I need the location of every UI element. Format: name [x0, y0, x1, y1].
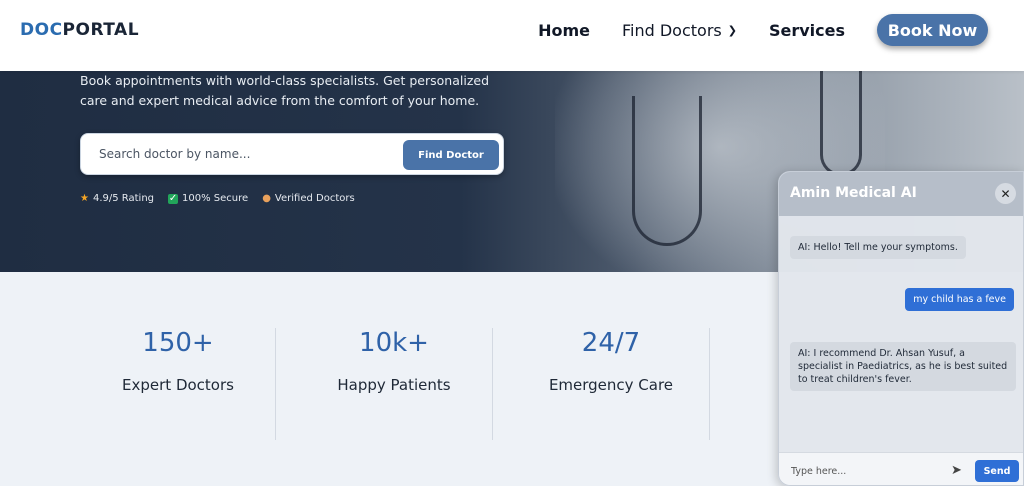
stat-doctors: 150+ Expert Doctors — [70, 328, 286, 440]
chat-input-bar: ➤ Send — [779, 452, 1023, 485]
secure-label: 100% Secure — [182, 193, 249, 204]
rating-badge: ★ 4.9/5 Rating — [80, 193, 154, 204]
send-button[interactable]: Send — [975, 460, 1019, 482]
stat-patients: 10k+ Happy Patients — [286, 328, 502, 440]
chat-message-ai: AI: I recommend Dr. Ahsan Yusuf, a speci… — [790, 342, 1016, 391]
nav-home[interactable]: Home — [538, 21, 590, 40]
top-navbar: DOCPORTAL Home Find Doctors ❯ Services B… — [0, 0, 1024, 71]
stat-emergency: 24/7 Emergency Care — [503, 328, 719, 440]
nav-find-doctors-label: Find Doctors — [621, 20, 722, 40]
logo-portal: PORTAL — [62, 20, 140, 40]
paper-plane-icon[interactable]: ➤ — [951, 462, 962, 478]
check-icon: ✓ — [168, 193, 179, 204]
logo[interactable]: DOCPORTAL — [20, 20, 139, 40]
secure-badge: ✓ 100% Secure — [168, 193, 248, 204]
verified-badge: ● Verified Doctors — [262, 193, 355, 204]
stat-value: 24/7 — [581, 328, 641, 358]
stethoscope-graphic — [632, 96, 702, 246]
stat-label: Expert Doctors — [122, 376, 234, 394]
hero-description: Book appointments with world-class speci… — [80, 73, 490, 108]
stat-value: 10k+ — [359, 328, 429, 358]
rating-label: 4.9/5 Rating — [92, 193, 155, 204]
chevron-down-icon: ❯ — [727, 23, 737, 37]
verified-label: Verified Doctors — [274, 193, 355, 204]
chat-title: Amin Medical AI — [790, 185, 917, 201]
stat-label: Happy Patients — [337, 376, 451, 394]
chat-message-ai: AI: Hello! Tell me your symptoms. — [790, 236, 966, 259]
main-nav: Home Find Doctors ❯ Services Book Now — [538, 14, 988, 46]
chat-input[interactable] — [791, 460, 941, 482]
stat-divider — [492, 328, 493, 440]
nav-find-doctors[interactable]: Find Doctors ❯ — [622, 21, 737, 40]
stat-value: 150+ — [142, 328, 214, 358]
chat-message-user: my child has a feve — [905, 288, 1014, 311]
book-now-button[interactable]: Book Now — [877, 14, 988, 46]
stat-label: Emergency Care — [548, 376, 674, 394]
star-icon: ★ — [80, 193, 89, 204]
nav-services[interactable]: Services — [769, 21, 845, 40]
stat-divider — [709, 328, 710, 440]
chat-header: Amin Medical AI ✕ — [779, 172, 1023, 216]
find-doctor-button[interactable]: Find Doctor — [403, 140, 499, 170]
trust-badges: ★ 4.9/5 Rating ✓ 100% Secure ● Verified … — [80, 193, 369, 204]
chat-widget: Amin Medical AI ✕ AI: Hello! Tell me you… — [778, 171, 1024, 486]
close-icon[interactable]: ✕ — [995, 183, 1016, 204]
stat-divider — [275, 328, 276, 440]
logo-doc: DOC — [20, 20, 63, 40]
stethoscope-graphic-2 — [820, 71, 862, 176]
doctor-icon: ● — [262, 193, 271, 204]
search-input[interactable] — [99, 134, 389, 174]
doctor-search-bar: Find Doctor — [80, 133, 504, 175]
